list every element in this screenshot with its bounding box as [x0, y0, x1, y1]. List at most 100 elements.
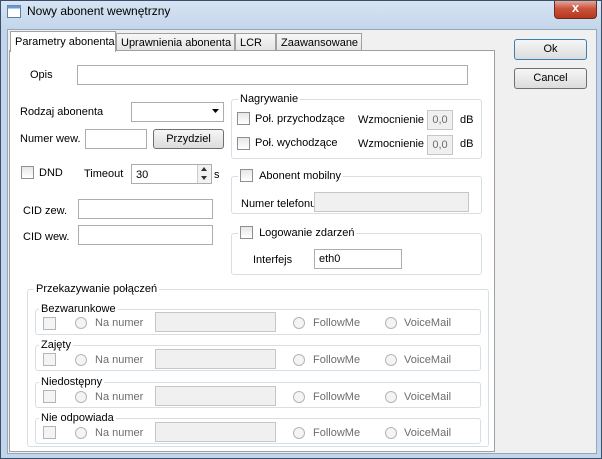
forward-niedostepny-followme-radio[interactable]	[293, 391, 305, 403]
ok-button[interactable]: Ok	[514, 39, 587, 60]
timeout-label: Timeout	[84, 168, 124, 180]
forward-followme-label: FollowMe	[313, 391, 361, 403]
forward-group-zajety: Zajęty Na numer FollowMe VoiceMail	[35, 339, 481, 371]
przekazywanie-group: Przekazywanie połączeń Bezwarunkowe Na n…	[27, 283, 489, 447]
arrow-down-icon	[201, 176, 207, 180]
incoming-gain-input[interactable]: 0,0	[427, 110, 453, 130]
forward-voicemail-label: VoiceMail	[404, 427, 452, 439]
chevron-down-icon	[212, 109, 219, 113]
timeout-down-button[interactable]	[197, 174, 211, 183]
forward-bezwarunkowe-followme-radio[interactable]	[293, 317, 305, 329]
dialog-client-area: Parametry abonenta Uprawnienia abonenta …	[7, 29, 597, 454]
forward-zajety-checkbox[interactable]	[43, 353, 56, 366]
forward-number-label: Na numer	[95, 427, 144, 439]
forward-group-niedostepny: Niedostępny Na numer FollowMe VoiceMail	[35, 376, 481, 408]
window-title: Nowy abonent wewnętrzny	[27, 4, 171, 18]
logowanie-zdarzen-label: Logowanie zdarzeń	[259, 226, 355, 239]
arrow-up-icon	[201, 167, 207, 171]
abonent-mobilny-label: Abonent mobilny	[259, 169, 342, 182]
tab-page-parametry: Opis Rodzaj abonenta Numer wew. Przydzie…	[9, 50, 495, 452]
numer-telefonu-label: Numer telefonu	[241, 198, 317, 210]
forward-voicemail-label: VoiceMail	[404, 391, 452, 403]
forward-bezwarunkowe-checkbox[interactable]	[43, 317, 56, 330]
tab-lcr[interactable]: LCR	[235, 33, 276, 51]
nagrywanie-group: Nagrywanie Poł. przychodzące Wzmocnienie…	[231, 93, 482, 159]
close-icon: x	[571, 0, 580, 15]
forward-zajety-followme-radio[interactable]	[293, 354, 305, 366]
timeout-stepper[interactable]: 30	[131, 164, 212, 184]
app-icon	[7, 5, 21, 18]
cid-zew-label: CID zew.	[23, 205, 68, 217]
tab-uprawnienia-abonenta[interactable]: Uprawnienia abonenta	[116, 33, 235, 51]
nagrywanie-title: Nagrywanie	[238, 93, 301, 105]
rodzaj-abonenta-label: Rodzaj abonenta	[20, 106, 104, 118]
forward-nie-odpowiada-number-radio[interactable]	[75, 427, 87, 439]
forward-bezwarunkowe-number-input[interactable]	[155, 312, 276, 332]
cid-wew-input[interactable]	[78, 225, 213, 245]
forward-followme-label: FollowMe	[313, 427, 361, 439]
outgoing-gain-input[interactable]: 0,0	[427, 135, 453, 155]
forward-followme-label: FollowMe	[313, 317, 361, 329]
outgoing-recording-checkbox[interactable]	[237, 137, 250, 150]
forward-nie-odpowiada-followme-radio[interactable]	[293, 427, 305, 439]
tab-zaawansowane[interactable]: Zaawansowane	[276, 33, 362, 51]
cid-wew-label: CID wew.	[23, 231, 70, 243]
incoming-gain-label: Wzmocnienie	[358, 114, 425, 126]
title-bar[interactable]: Nowy abonent wewnętrzny x	[1, 0, 601, 23]
close-button[interactable]: x	[554, 0, 597, 19]
abonent-mobilny-checkbox[interactable]	[240, 169, 253, 182]
forward-niedostepny-number-radio[interactable]	[75, 391, 87, 403]
forward-number-label: Na numer	[95, 317, 144, 329]
forward-voicemail-label: VoiceMail	[404, 354, 452, 366]
forward-group-label: Zajęty	[39, 339, 73, 351]
forward-niedostepny-number-input[interactable]	[155, 386, 276, 406]
forward-followme-label: FollowMe	[313, 354, 361, 366]
cid-zew-input[interactable]	[78, 199, 213, 219]
incoming-gain-unit: dB	[460, 114, 474, 126]
przydziel-button[interactable]: Przydziel	[153, 129, 224, 149]
forward-bezwarunkowe-voicemail-radio[interactable]	[385, 317, 397, 329]
dialog-window: Nowy abonent wewnętrzny x Parametry abon…	[0, 0, 602, 459]
forward-number-label: Na numer	[95, 354, 144, 366]
forward-niedostepny-voicemail-radio[interactable]	[385, 391, 397, 403]
forward-zajety-number-radio[interactable]	[75, 354, 87, 366]
incoming-recording-checkbox[interactable]	[237, 112, 250, 125]
forward-group-label: Nie odpowiada	[39, 412, 116, 424]
numer-wew-input[interactable]	[85, 129, 147, 149]
forward-zajety-number-input[interactable]	[155, 349, 276, 369]
forward-group-nie-odpowiada: Nie odpowiada Na numer FollowMe VoiceMai…	[35, 412, 481, 444]
outgoing-gain-label: Wzmocnienie	[358, 138, 425, 150]
rodzaj-abonenta-select[interactable]	[131, 102, 224, 122]
incoming-recording-label: Poł. przychodzące	[255, 113, 345, 125]
forward-group-label: Niedostępny	[39, 376, 105, 388]
forward-group-label: Bezwarunkowe	[39, 303, 118, 315]
numer-wew-label: Numer wew.	[20, 133, 81, 145]
logowanie-zdarzen-header: Logowanie zdarzeń	[238, 226, 357, 240]
dnd-checkbox[interactable]	[21, 166, 34, 179]
forward-niedostepny-checkbox[interactable]	[43, 390, 56, 403]
timeout-unit: s	[214, 169, 220, 181]
forward-nie-odpowiada-voicemail-radio[interactable]	[385, 427, 397, 439]
tab-parametry-abonenta[interactable]: Parametry abonenta	[10, 31, 116, 52]
logowanie-zdarzen-group: Logowanie zdarzeń Interfejs eth0	[231, 226, 482, 275]
forward-zajety-voicemail-radio[interactable]	[385, 354, 397, 366]
numer-telefonu-input[interactable]	[314, 192, 469, 212]
outgoing-recording-label: Poł. wychodzące	[255, 137, 338, 149]
forward-group-bezwarunkowe: Bezwarunkowe Na numer FollowMe VoiceMail	[35, 303, 481, 335]
forward-voicemail-label: VoiceMail	[404, 317, 452, 329]
timeout-up-button[interactable]	[197, 165, 211, 174]
forward-bezwarunkowe-number-radio[interactable]	[75, 317, 87, 329]
abonent-mobilny-group: Abonent mobilny Numer telefonu	[231, 169, 482, 214]
interfejs-input[interactable]: eth0	[314, 249, 402, 269]
interfejs-label: Interfejs	[253, 254, 293, 266]
forward-nie-odpowiada-number-input[interactable]	[155, 422, 276, 442]
opis-input[interactable]	[77, 65, 468, 85]
dnd-label: DND	[39, 167, 63, 179]
logowanie-zdarzen-checkbox[interactable]	[240, 226, 253, 239]
opis-label: Opis	[30, 69, 53, 81]
forward-number-label: Na numer	[95, 391, 144, 403]
forward-nie-odpowiada-checkbox[interactable]	[43, 426, 56, 439]
outgoing-gain-unit: dB	[460, 138, 474, 150]
abonent-mobilny-header: Abonent mobilny	[238, 169, 344, 183]
cancel-button[interactable]: Cancel	[514, 68, 587, 89]
